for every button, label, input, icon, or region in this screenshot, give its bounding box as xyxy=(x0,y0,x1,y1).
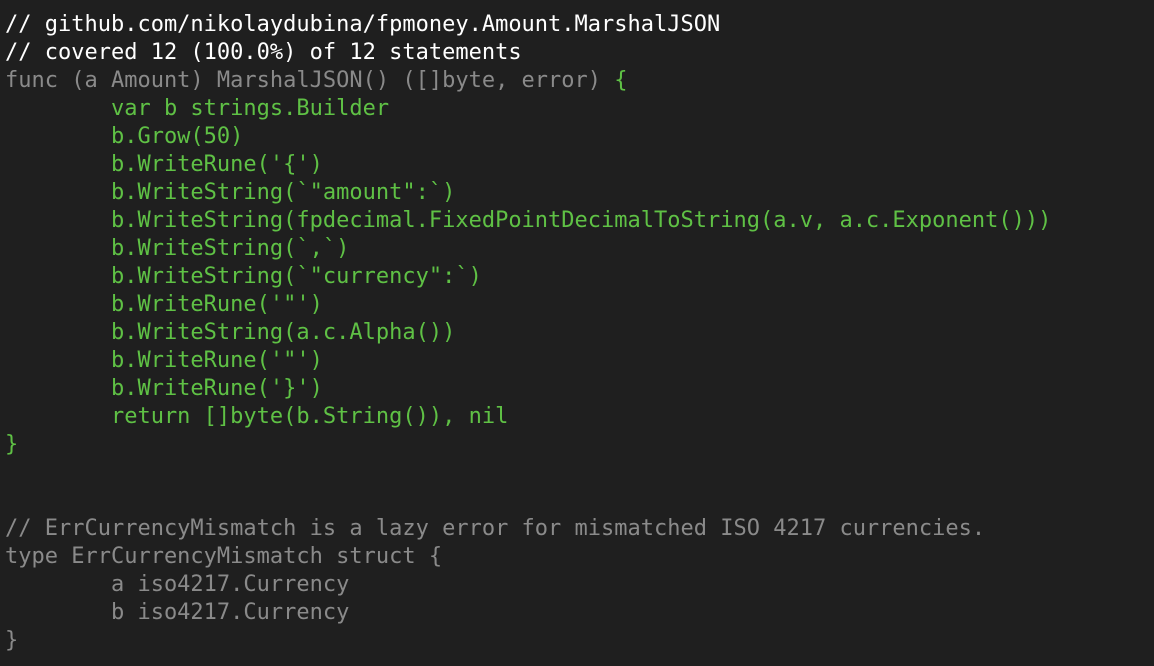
code-line-uncovered: a iso4217.Currency xyxy=(5,572,350,597)
code-line-uncovered: b iso4217.Currency xyxy=(5,600,350,625)
code-line-covered: b.WriteRune('}') xyxy=(5,376,323,401)
header-coverage-summary: // covered 12 (100.0%) of 12 statements xyxy=(5,40,522,65)
func-open-brace: { xyxy=(614,68,628,93)
header-function-path: // github.com/nikolaydubina/fpmoney.Amou… xyxy=(5,12,721,37)
code-line-covered: b.WriteRune('"') xyxy=(5,292,323,317)
func-signature-line: func (a Amount) MarshalJSON() ([]byte, e… xyxy=(5,67,1154,95)
code-line-covered: b.WriteString(`"currency":`) xyxy=(5,264,482,289)
code-line-covered: b.WriteRune('{') xyxy=(5,152,323,177)
func-signature: func (a Amount) MarshalJSON() ([]byte, e… xyxy=(5,68,615,93)
code-line-covered: b.WriteString(a.c.Alpha()) xyxy=(5,320,456,345)
code-line-uncovered: } xyxy=(5,628,19,653)
code-line-covered: b.WriteString(`,`) xyxy=(5,236,350,261)
code-line-covered: b.WriteRune('"') xyxy=(5,348,323,373)
code-line-covered: b.WriteString(`"amount":`) xyxy=(5,180,456,205)
code-line-covered: var b strings.Builder xyxy=(5,96,390,121)
code-line-uncovered: type ErrCurrencyMismatch struct { xyxy=(5,544,443,569)
terminal-window: // github.com/nikolaydubina/fpmoney.Amou… xyxy=(0,0,1154,666)
code-line-covered: b.Grow(50) xyxy=(5,124,244,149)
code-comment: // ErrCurrencyMismatch is a lazy error f… xyxy=(5,516,986,541)
code-line-covered: b.WriteString(fpdecimal.FixedPointDecima… xyxy=(5,208,1052,233)
code-line-covered: return []byte(b.String()), nil xyxy=(5,404,509,429)
func-close-brace: } xyxy=(5,432,19,457)
